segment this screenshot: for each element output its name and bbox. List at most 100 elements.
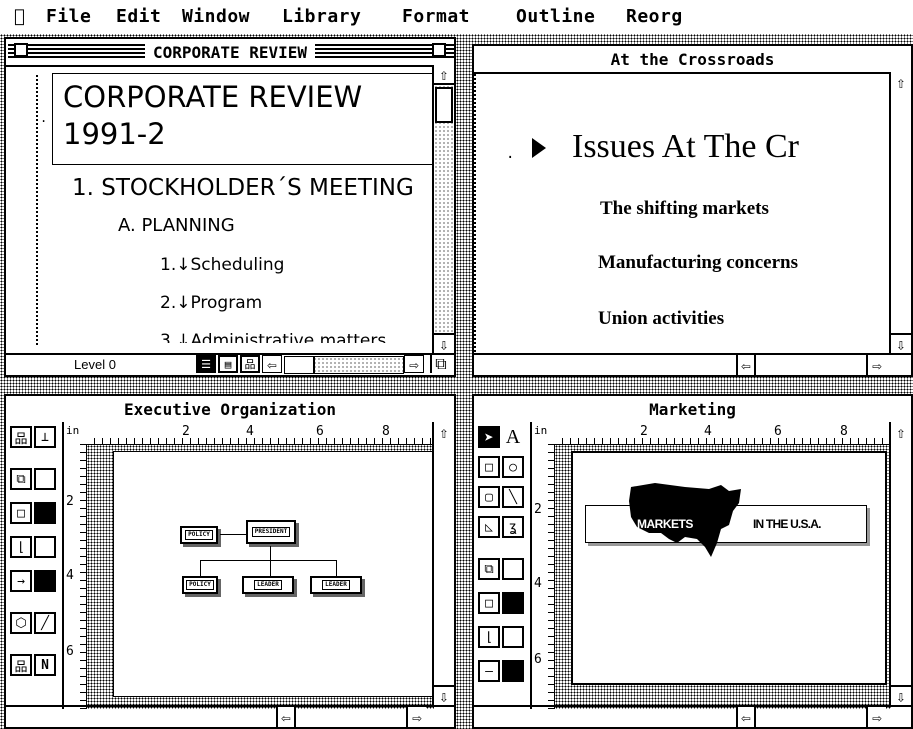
vertical-scrollbar[interactable]: ⇧ ⇩ <box>432 422 454 706</box>
title-bar[interactable]: Marketing <box>474 396 911 424</box>
horizontal-scrollbar[interactable]: ⇦ ⇨ <box>474 705 911 727</box>
scroll-down-icon[interactable]: ⇩ <box>434 333 454 354</box>
slide-bullet[interactable]: Union activities <box>598 308 724 330</box>
outline-item[interactable]: 1. STOCKHOLDER´S MEETING <box>72 175 414 201</box>
fill-black-icon[interactable] <box>34 502 56 524</box>
vertical-scrollbar[interactable]: ⇧ ⇩ <box>432 65 454 354</box>
selected-heading-box[interactable]: CORPORATE REVIEW 1991-2 <box>52 73 434 165</box>
scroll-right-icon[interactable]: ⇨ <box>866 707 886 727</box>
scroll-right-icon[interactable]: ⇨ <box>406 707 426 727</box>
menu-format[interactable]: Format <box>402 6 470 27</box>
collapse-triangle-icon[interactable] <box>532 138 546 158</box>
fill-black-icon[interactable] <box>502 592 524 614</box>
frame-tool-icon[interactable]: □ <box>478 592 500 614</box>
scroll-left-icon[interactable]: ⇦ <box>262 355 282 374</box>
slide-heading[interactable]: Issues At The Cr <box>572 128 799 166</box>
scroll-down-icon[interactable]: ⇩ <box>891 685 911 706</box>
scroll-right-icon[interactable]: ⇨ <box>404 355 424 374</box>
zoom-box-icon[interactable] <box>432 43 446 57</box>
slide-bullet[interactable]: Manufacturing concerns <box>598 252 798 274</box>
slide-window[interactable]: At the Crossroads . Issues At The Cr The… <box>472 44 913 377</box>
org-box-child[interactable]: LEADER <box>242 576 294 594</box>
horizontal-scrollbar[interactable]: ⇦ ⇨ <box>474 353 911 375</box>
outline-item[interactable]: 2.↓Program <box>160 293 262 313</box>
polygon-tool-icon[interactable]: ◺ <box>478 516 500 538</box>
oval-tool-icon[interactable]: ○ <box>502 456 524 478</box>
title-bar[interactable]: At the Crossroads <box>474 46 911 74</box>
scroll-left-icon[interactable]: ⇦ <box>276 707 296 727</box>
outline-item[interactable]: 3.↓Administrative matters <box>160 331 386 343</box>
fill-gray-icon[interactable] <box>502 626 524 648</box>
tool-palette: ➤ A □ ○ ▢ ╲ ◺ ʓ ⧉ □ ⌊ — <box>474 422 532 709</box>
polygon-tool-icon[interactable]: ⬡ <box>10 612 32 634</box>
scroll-right-icon[interactable]: ⇨ <box>866 355 886 375</box>
org-box-child[interactable]: POLICY <box>182 576 218 594</box>
scroll-thumb[interactable] <box>435 87 453 123</box>
scroll-up-icon[interactable]: ⇧ <box>891 422 911 442</box>
fill-gray-icon[interactable] <box>34 536 56 558</box>
org-box-president[interactable]: PRESIDENT <box>246 520 296 544</box>
menu-library[interactable]: Library <box>282 6 361 27</box>
slide-bullet[interactable]: The shifting markets <box>600 198 769 220</box>
page-view-icon[interactable]: ▤ <box>218 355 238 373</box>
rectangle-tool-icon[interactable]: □ <box>478 456 500 478</box>
close-box-icon[interactable] <box>14 43 28 57</box>
scroll-left-icon[interactable]: ⇦ <box>736 355 756 375</box>
line-weight-icon[interactable]: — <box>478 660 500 682</box>
scroll-left-icon[interactable]: ⇦ <box>736 707 756 727</box>
freehand-tool-icon[interactable]: ʓ <box>502 516 524 538</box>
outline-item[interactable]: A. PLANNING <box>118 215 235 236</box>
scroll-up-icon[interactable]: ⇧ <box>891 72 911 92</box>
scroll-down-icon[interactable]: ⇩ <box>434 685 454 706</box>
outline-heading-line2: 1991-2 <box>63 117 166 151</box>
fill-white-icon[interactable] <box>502 558 524 580</box>
scroll-up-icon[interactable]: ⇧ <box>434 65 454 85</box>
horizontal-scroll-track[interactable] <box>284 356 404 374</box>
menu-outline[interactable]: Outline <box>516 6 595 27</box>
outline-view-icon[interactable]: ☰ <box>196 355 216 373</box>
tool-palette: 品 ⊥ ⧉ □ ⌊ → ⬡ ╱ 品 N <box>6 422 64 709</box>
line-black-icon[interactable] <box>34 570 56 592</box>
apple-menu-icon[interactable]:  <box>14 6 25 27</box>
layout-tool-icon[interactable]: 品 <box>10 654 32 676</box>
horizontal-ruler: in 2 4 6 8 <box>532 422 891 445</box>
horizontal-scroll-thumb[interactable] <box>285 357 315 373</box>
line-arrow-icon[interactable]: → <box>10 570 32 592</box>
text-tool-icon[interactable]: A <box>502 426 524 448</box>
scroll-up-icon[interactable]: ⇧ <box>434 422 454 442</box>
line-black-icon[interactable] <box>502 660 524 682</box>
org-chart-window[interactable]: Executive Organization 品 ⊥ ⧉ □ ⌊ → ⬡ ╱ 品… <box>4 394 456 729</box>
corner-tool-icon[interactable]: ⌊ <box>10 536 32 558</box>
outline-window[interactable]: CORPORATE REVIEW . CORPORATE REVIEW 1991… <box>4 37 456 377</box>
line-tool-icon[interactable]: ╲ <box>502 486 524 508</box>
menu-file[interactable]: File <box>46 6 91 27</box>
org-chart-up-tool-icon[interactable]: ⊥ <box>34 426 56 448</box>
outline-item[interactable]: 1.↓Scheduling <box>160 255 284 275</box>
menu-edit[interactable]: Edit <box>116 6 161 27</box>
rounded-rect-tool-icon[interactable]: ▢ <box>478 486 500 508</box>
page-canvas[interactable]: MARKETS IN THE U.S.A. <box>571 451 887 685</box>
pointer-tool-icon[interactable]: ➤ <box>478 426 500 448</box>
title-bar[interactable]: Executive Organization <box>6 396 454 424</box>
frame-tool-icon[interactable]: □ <box>10 502 32 524</box>
marketing-window[interactable]: Marketing ➤ A □ ○ ▢ ╲ ◺ ʓ ⧉ □ ⌊ — in 2 4… <box>472 394 913 729</box>
scroll-down-icon[interactable]: ⇩ <box>891 333 911 354</box>
org-box-small[interactable]: POLICY <box>180 526 218 544</box>
vertical-scrollbar[interactable]: ⇧ ⇩ <box>889 72 911 354</box>
corner-tool-icon[interactable]: ⌊ <box>478 626 500 648</box>
horizontal-scrollbar[interactable]: ⇦ ⇨ <box>6 705 454 727</box>
size-box-icon[interactable]: ⧉ <box>430 354 450 373</box>
note-tool-icon[interactable]: N <box>34 654 56 676</box>
page-canvas[interactable]: POLICY PRESIDENT POLICY LEADER LEADER <box>113 451 433 697</box>
menu-window[interactable]: Window <box>182 6 250 27</box>
org-chart-view-icon[interactable]: 品 <box>240 355 260 373</box>
fill-white-icon[interactable] <box>34 468 56 490</box>
shape-tool-icon[interactable]: ⧉ <box>478 558 500 580</box>
shape-tool-icon[interactable]: ⧉ <box>10 468 32 490</box>
org-box-child[interactable]: LEADER <box>310 576 362 594</box>
curve-tool-icon[interactable]: ╱ <box>34 612 56 634</box>
menu-reorg[interactable]: Reorg <box>626 6 683 27</box>
title-bar[interactable]: CORPORATE REVIEW <box>6 39 454 67</box>
org-chart-tool-icon[interactable]: 品 <box>10 426 32 448</box>
vertical-scrollbar[interactable]: ⇧ ⇩ <box>889 422 911 706</box>
